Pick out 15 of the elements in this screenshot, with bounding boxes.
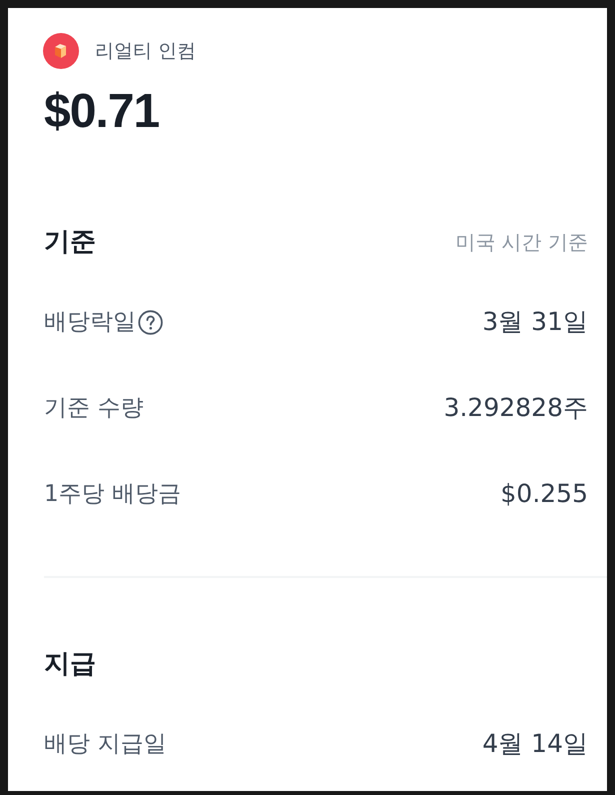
section-title: 기준: [44, 226, 96, 259]
help-icon[interactable]: [138, 310, 163, 334]
row-label: 배당락일: [44, 308, 136, 337]
row-value: $0.255: [500, 479, 588, 509]
row-value: 3월 31일: [482, 307, 588, 337]
stock-name: 리얼티 인컴: [95, 39, 196, 64]
row-value: 4월 14일: [482, 729, 588, 759]
timezone-note: 미국 시간 기준: [455, 229, 588, 256]
cube-logo-icon: [43, 33, 79, 69]
row-label: 배당 지급일: [44, 730, 166, 759]
row-value: 3.292828주: [444, 393, 588, 423]
section-title: 지급: [44, 648, 96, 681]
row-label: 기준 수량: [44, 394, 144, 423]
row-label: 1주당 배당금: [44, 480, 181, 509]
dividend-amount: $0.71: [44, 84, 160, 140]
